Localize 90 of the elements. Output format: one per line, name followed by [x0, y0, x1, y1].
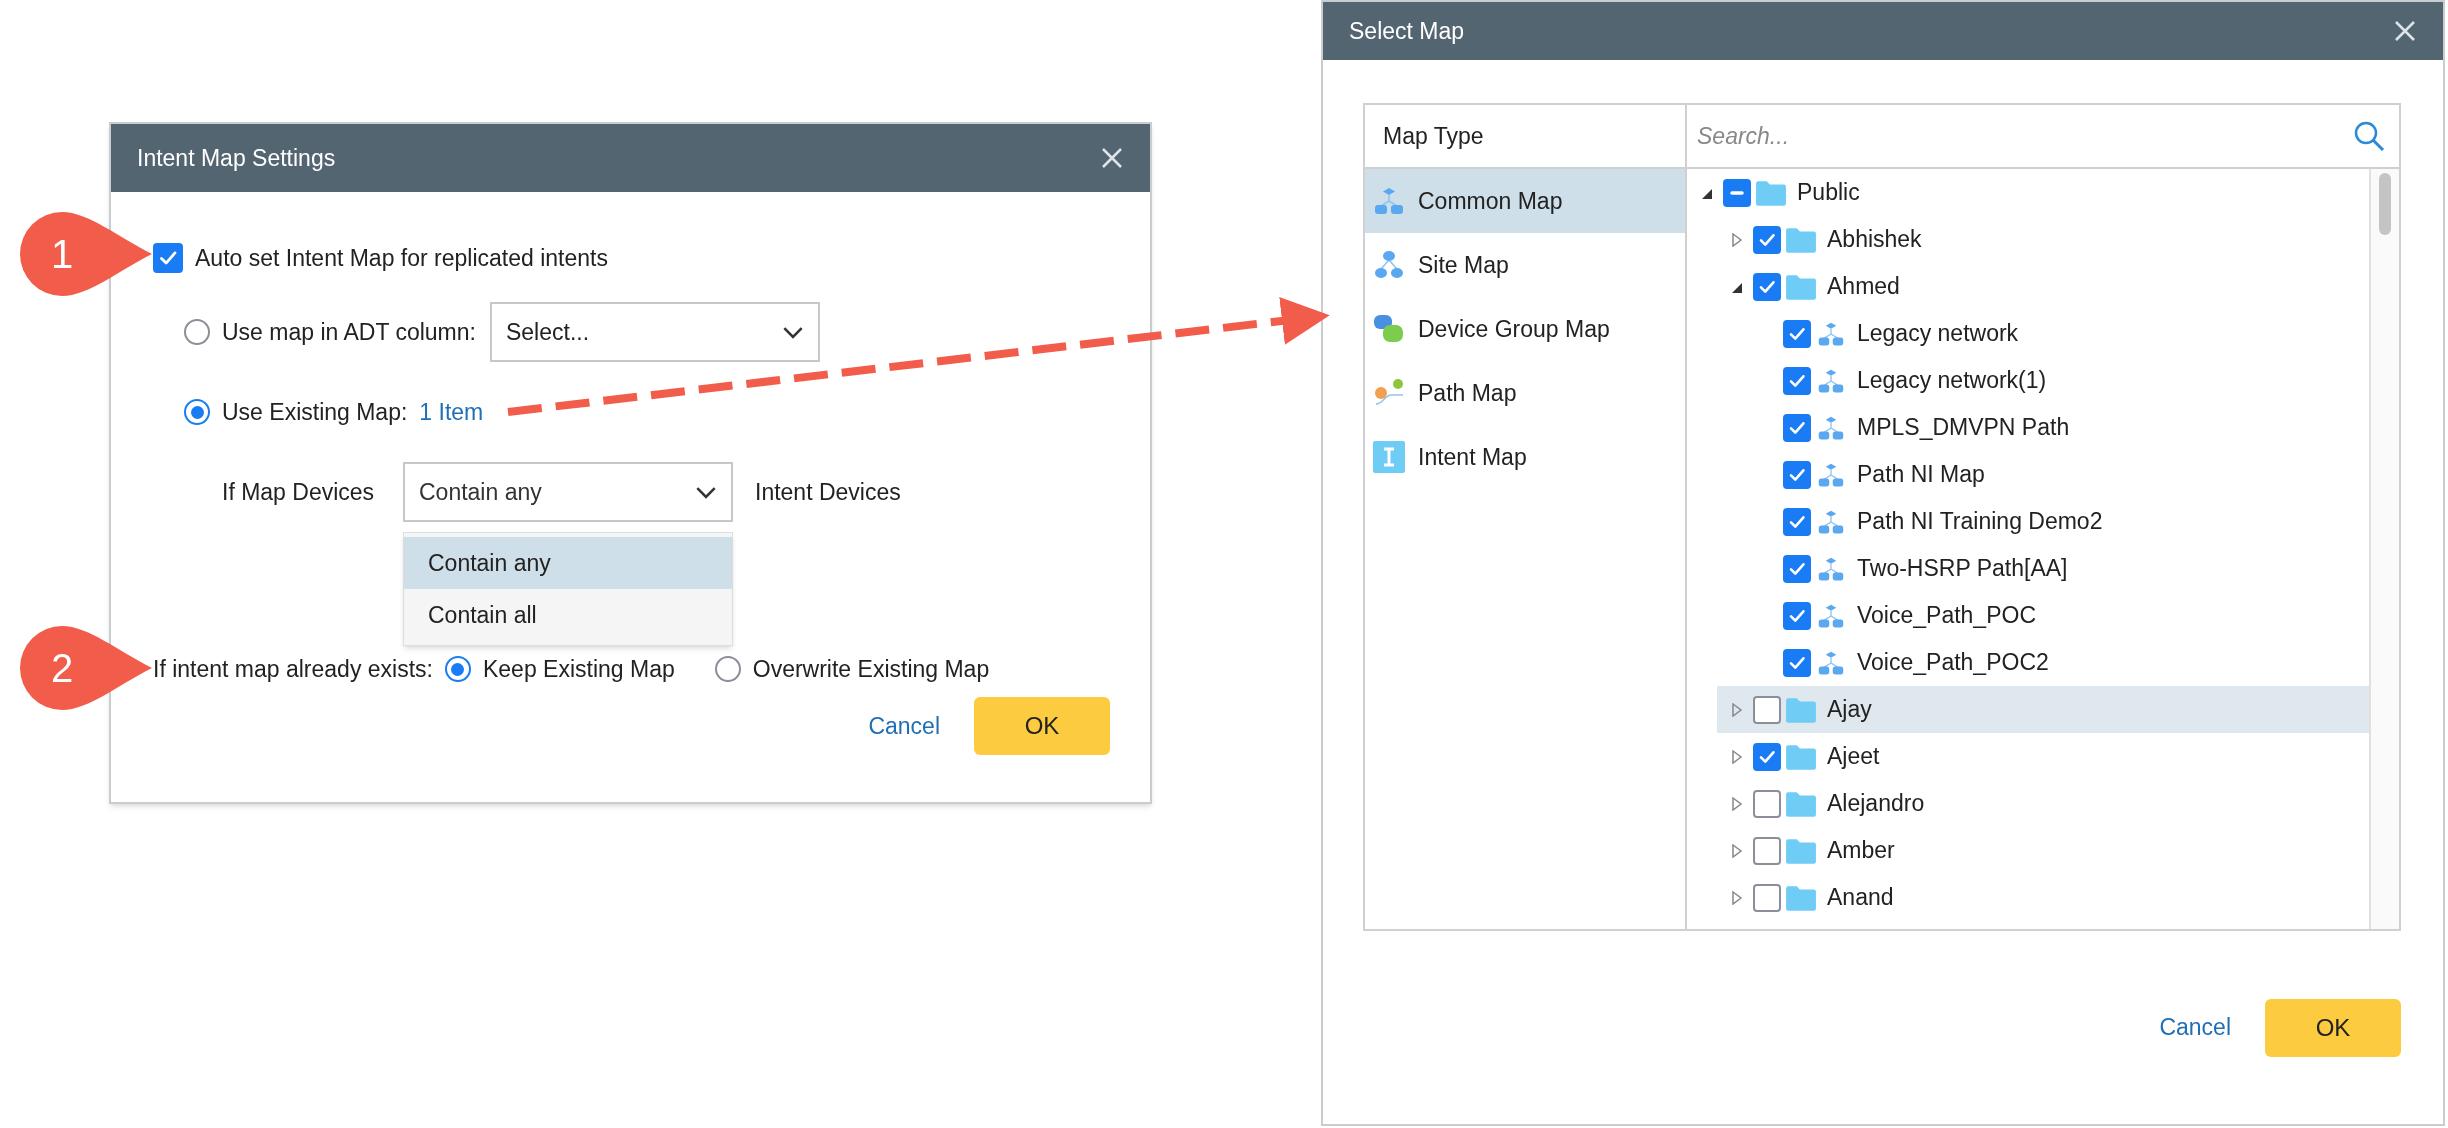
- collapsed-triangle-icon[interactable]: [1731, 702, 1743, 717]
- map-type-item[interactable]: Path Map: [1365, 361, 1685, 425]
- cancel-button[interactable]: Cancel: [858, 697, 950, 755]
- dialog-title: Intent Map Settings: [137, 143, 336, 173]
- checkbox[interactable]: [1753, 225, 1781, 254]
- radio-label: Use Existing Map:: [222, 397, 408, 427]
- radio-label: Overwrite Existing Map: [752, 654, 990, 684]
- device-group-icon: [1373, 313, 1405, 345]
- collapsed-triangle-icon[interactable]: [1731, 749, 1743, 764]
- match-select[interactable]: Contain any: [403, 462, 733, 522]
- search-icon[interactable]: [2353, 120, 2385, 152]
- tree-row[interactable]: Voice_Path_POC: [1747, 592, 2369, 639]
- dropdown-option[interactable]: Contain any: [404, 537, 732, 589]
- tree-row[interactable]: Anand: [1717, 874, 2369, 921]
- chevron-down-icon: [781, 325, 804, 339]
- dash-icon: [1730, 190, 1744, 195]
- folder-icon: [1785, 836, 1817, 865]
- folder-icon: [1785, 695, 1817, 724]
- radio-label: Use map in ADT column:: [222, 317, 476, 347]
- folder-icon: [1755, 178, 1787, 207]
- scrollbar[interactable]: [2369, 169, 2399, 929]
- checkbox[interactable]: [1783, 460, 1811, 489]
- step-number-callout: 1: [18, 211, 154, 297]
- folder-icon: [1785, 272, 1817, 301]
- folder-icon: [1785, 742, 1817, 771]
- checkbox[interactable]: [1783, 554, 1811, 583]
- map-type-item[interactable]: Device Group Map: [1365, 297, 1685, 361]
- close-icon[interactable]: [2393, 19, 2417, 43]
- map-type-item[interactable]: Common Map: [1365, 169, 1685, 233]
- checkbox[interactable]: [1783, 319, 1811, 348]
- field-label: Intent Devices: [755, 477, 901, 507]
- close-icon[interactable]: [1100, 146, 1124, 170]
- dropdown-option[interactable]: Contain all: [404, 589, 732, 641]
- folder-icon: [1785, 883, 1817, 912]
- tree-row[interactable]: Ahmed: [1717, 263, 2369, 310]
- tree-row[interactable]: Two-HSRP Path[AA]: [1747, 545, 2369, 592]
- radio-button[interactable]: [184, 319, 210, 345]
- tree-row[interactable]: Amber: [1717, 827, 2369, 874]
- column-header: Map Type: [1383, 121, 1484, 151]
- search-field[interactable]: Search...: [1697, 114, 2345, 158]
- tree-row[interactable]: Alejandro: [1717, 780, 2369, 827]
- tree-row[interactable]: Abhishek: [1717, 216, 2369, 263]
- folder-icon: [1785, 789, 1817, 818]
- folder-icon: [1785, 225, 1817, 254]
- field-label: If intent map already exists:: [153, 654, 433, 684]
- checkbox[interactable]: [153, 243, 183, 273]
- item-count-link[interactable]: 1 Item: [419, 394, 484, 430]
- radio-label: Keep Existing Map: [482, 654, 675, 684]
- checkbox[interactable]: [1753, 695, 1781, 724]
- radio-button[interactable]: [444, 656, 471, 682]
- field-label: If Map Devices: [222, 477, 376, 507]
- checkbox[interactable]: [1783, 366, 1811, 395]
- cancel-button[interactable]: Cancel: [2149, 998, 2241, 1057]
- map-type-item[interactable]: Intent Map: [1365, 425, 1685, 489]
- tree-row[interactable]: Public: [1687, 169, 2369, 216]
- collapsed-triangle-icon[interactable]: [1731, 232, 1743, 247]
- radio-button[interactable]: [184, 399, 210, 425]
- dialog-title: Select Map: [1349, 16, 1465, 46]
- checkbox[interactable]: [1723, 178, 1751, 207]
- collapsed-triangle-icon[interactable]: [1731, 890, 1743, 905]
- checkbox[interactable]: [1783, 507, 1811, 536]
- map-select[interactable]: Select...: [489, 302, 820, 362]
- tree-row[interactable]: Legacy network(1): [1747, 357, 2369, 404]
- checkbox[interactable]: [1753, 272, 1781, 301]
- map-type-item[interactable]: Site Map: [1365, 233, 1685, 297]
- checkbox[interactable]: [1783, 413, 1811, 442]
- network-icon: [1373, 185, 1405, 217]
- collapsed-triangle-icon[interactable]: [1731, 796, 1743, 811]
- cloud-network-icon: [1373, 249, 1405, 281]
- tree-row[interactable]: Voice_Path_POC2: [1747, 639, 2369, 686]
- step-number-callout: 2: [18, 625, 154, 711]
- checkbox[interactable]: [1753, 836, 1781, 865]
- ok-button[interactable]: OK: [2265, 998, 2401, 1057]
- checkbox-label: Auto set Intent Map for replicated intents: [195, 243, 608, 273]
- checkbox[interactable]: [1783, 601, 1811, 630]
- chevron-down-icon: [695, 485, 717, 499]
- checkbox[interactable]: [1753, 789, 1781, 818]
- checkbox[interactable]: [1753, 742, 1781, 771]
- tree-row[interactable]: MPLS_DMVPN Path: [1747, 404, 2369, 451]
- tree-row[interactable]: Ajay: [1717, 686, 2369, 733]
- checkbox[interactable]: [1783, 648, 1811, 677]
- tree-row[interactable]: Legacy network: [1747, 310, 2369, 357]
- radio-button[interactable]: [714, 656, 741, 682]
- tree-row[interactable]: Path NI Map: [1747, 451, 2369, 498]
- checkbox[interactable]: [1753, 883, 1781, 912]
- tree-row[interactable]: Ajeet: [1717, 733, 2369, 780]
- ok-button[interactable]: OK: [974, 697, 1110, 755]
- collapsed-triangle-icon[interactable]: [1731, 843, 1743, 858]
- intent-icon: [1373, 441, 1405, 473]
- tree-row[interactable]: Path NI Training Demo2: [1747, 498, 2369, 545]
